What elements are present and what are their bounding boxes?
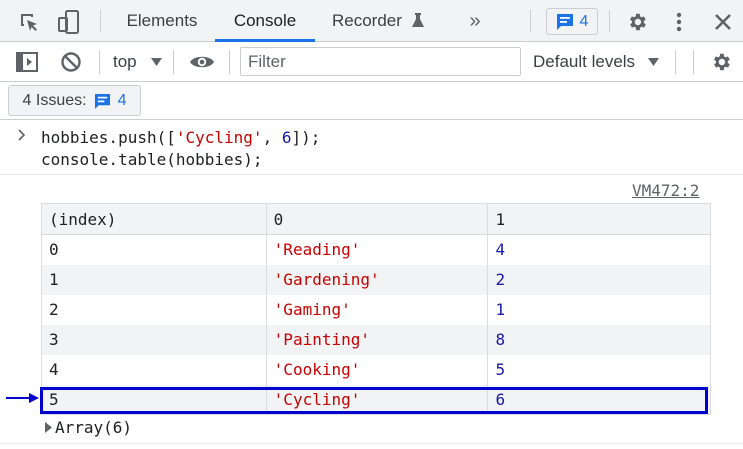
context-selector[interactable]: top [113, 42, 163, 82]
tab-console[interactable]: Console [215, 0, 315, 42]
issues-label: 4 Issues: [22, 91, 87, 109]
row-value-string: 'Gardening' [265, 264, 489, 295]
row-value-string: 'Cooking' [265, 354, 489, 385]
inspect-icon[interactable] [16, 9, 42, 35]
array-summary[interactable]: Array(6) [44, 418, 132, 437]
array-summary-label: Array(6) [55, 418, 133, 437]
column-header-index[interactable]: (index) [41, 203, 267, 235]
issues-bar: 4 Issues: 4 [0, 82, 743, 120]
kebab-menu-icon[interactable] [667, 9, 691, 35]
column-header-1[interactable]: 1 [487, 203, 711, 235]
close-icon[interactable] [710, 9, 736, 35]
filter-input[interactable]: Filter [240, 47, 521, 76]
console-input-message: hobbies.push(['Cycling', 6]); console.ta… [0, 121, 743, 175]
source-link[interactable]: VM472:2 [632, 181, 699, 200]
message-icon [94, 93, 110, 109]
row-index: 4 [41, 354, 267, 385]
tab-recorder[interactable]: Recorder [322, 0, 442, 42]
row-index: 1 [41, 264, 267, 295]
divider [0, 443, 743, 444]
console-table: (index) 0 1 0 'Reading' 4 1 'Gardening' 2 2 '… [41, 203, 711, 415]
row-value-number: 1 [487, 294, 711, 325]
row-index: 2 [41, 294, 267, 325]
issues-badge-count: 4 [579, 12, 589, 30]
context-label: top [113, 52, 137, 71]
dropdown-arrow-icon [647, 58, 659, 66]
table-row: 4 'Cooking' 5 [41, 354, 711, 385]
table-row: 0 'Reading' 4 [41, 234, 711, 265]
clear-icon[interactable] [58, 50, 84, 74]
console-toolbar: top Filter Default levels [0, 42, 743, 82]
table-row: 3 'Painting' 8 [41, 324, 711, 355]
row-value-string: 'Painting' [265, 324, 489, 355]
row-value-string: 'Gaming' [265, 294, 489, 325]
gear-icon[interactable] [624, 9, 650, 35]
row-value-number: 2 [487, 264, 711, 295]
table-row: 2 'Gaming' 1 [41, 294, 711, 325]
tab-elements[interactable]: Elements [112, 0, 212, 42]
code-line-1: hobbies.push(['Cycling', 6]); [41, 128, 321, 147]
more-tabs-button[interactable]: » [460, 0, 490, 42]
row-value-number: 5 [487, 354, 711, 385]
eye-icon[interactable] [187, 50, 217, 74]
issues-badge-button[interactable]: 4 [546, 8, 598, 35]
chevron-right-icon [18, 129, 26, 141]
row-value-number: 4 [487, 234, 711, 265]
issues-count: 4 [117, 91, 127, 109]
row-index: 0 [41, 234, 267, 265]
column-header-0[interactable]: 0 [265, 203, 489, 235]
dropdown-arrow-icon [151, 58, 163, 66]
message-icon [556, 14, 573, 30]
issues-button[interactable]: 4 Issues: 4 [8, 85, 141, 116]
tab-recorder-label: Recorder [332, 11, 402, 30]
expand-triangle-icon[interactable] [44, 422, 53, 433]
row-index: 3 [41, 324, 267, 355]
log-levels-label: Default levels [533, 52, 636, 71]
sidebar-icon[interactable] [14, 50, 40, 74]
flask-icon [411, 13, 424, 27]
row-value-string: 'Reading' [265, 234, 489, 265]
console-settings-gear-icon[interactable] [708, 50, 734, 74]
highlight-box [40, 387, 708, 414]
devtools-tab-bar: Elements Console Recorder » 4 [0, 0, 743, 42]
row-value-number: 8 [487, 324, 711, 355]
device-toggle-icon[interactable] [56, 8, 82, 36]
log-levels-dropdown[interactable]: Default levels [533, 42, 659, 82]
arrow-right-icon [6, 393, 39, 403]
code-line-2: console.table(hobbies); [41, 150, 263, 169]
table-row: 1 'Gardening' 2 [41, 264, 711, 295]
